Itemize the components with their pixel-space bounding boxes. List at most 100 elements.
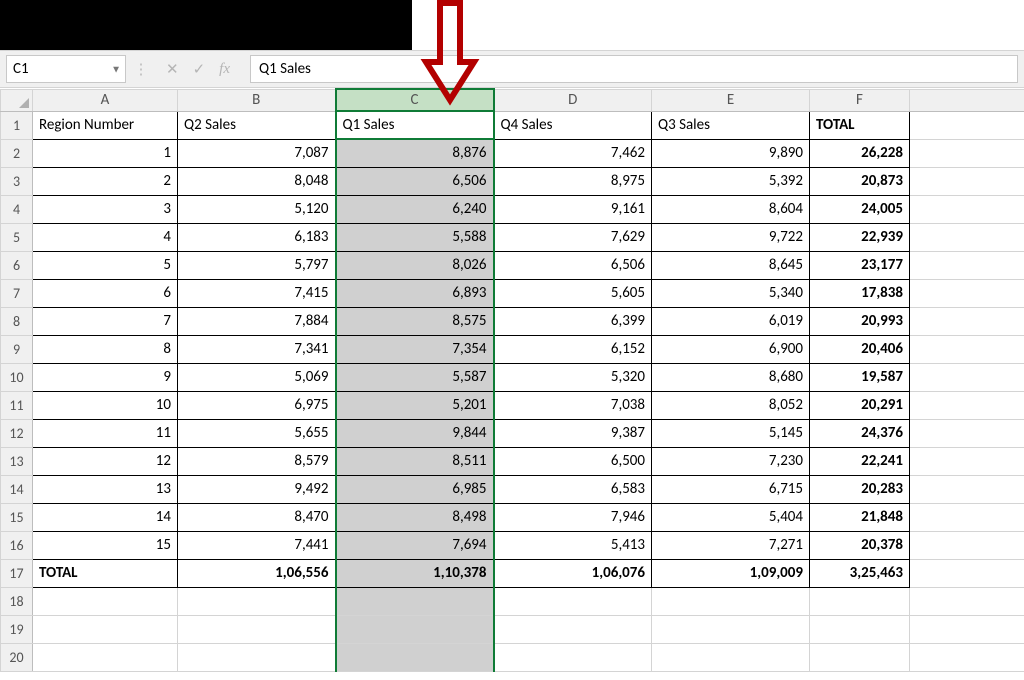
- cell[interactable]: [910, 559, 1024, 587]
- cell[interactable]: 6,399: [494, 307, 652, 335]
- cell[interactable]: [178, 587, 336, 615]
- cell[interactable]: 5,201: [336, 391, 494, 419]
- cell[interactable]: 3,25,463: [810, 559, 910, 587]
- cell[interactable]: 7,946: [494, 503, 652, 531]
- name-box[interactable]: C1 ▼: [6, 55, 126, 83]
- row-header[interactable]: 14: [1, 475, 33, 503]
- row-header[interactable]: 19: [1, 615, 33, 643]
- cell[interactable]: Q1 Sales: [336, 111, 494, 139]
- cell[interactable]: 8,645: [652, 251, 810, 279]
- cell[interactable]: 6,240: [336, 195, 494, 223]
- cell[interactable]: 20,993: [810, 307, 910, 335]
- cell[interactable]: 8,975: [494, 167, 652, 195]
- cell[interactable]: 8,579: [178, 447, 336, 475]
- cell[interactable]: [910, 587, 1024, 615]
- cell[interactable]: 7,694: [336, 531, 494, 559]
- cell[interactable]: 6,152: [494, 335, 652, 363]
- cell[interactable]: 8,876: [336, 139, 494, 167]
- cell[interactable]: 9,890: [652, 139, 810, 167]
- cell[interactable]: 7,462: [494, 139, 652, 167]
- col-header-B[interactable]: B: [178, 89, 336, 111]
- row-header[interactable]: 17: [1, 559, 33, 587]
- cell[interactable]: 5,797: [178, 251, 336, 279]
- col-header-C[interactable]: C: [336, 89, 494, 111]
- row-header[interactable]: 5: [1, 223, 33, 251]
- cell[interactable]: 7,038: [494, 391, 652, 419]
- cell[interactable]: 7,441: [178, 531, 336, 559]
- cell[interactable]: 6,985: [336, 475, 494, 503]
- cell[interactable]: 8,680: [652, 363, 810, 391]
- cell[interactable]: 17,838: [810, 279, 910, 307]
- cell[interactable]: 8,052: [652, 391, 810, 419]
- cell[interactable]: 7,271: [652, 531, 810, 559]
- cell[interactable]: [910, 195, 1024, 223]
- cell[interactable]: 1,10,378: [336, 559, 494, 587]
- cell[interactable]: 5,413: [494, 531, 652, 559]
- row-header[interactable]: 3: [1, 167, 33, 195]
- row-header[interactable]: 6: [1, 251, 33, 279]
- cell[interactable]: 1,06,556: [178, 559, 336, 587]
- row-header[interactable]: 8: [1, 307, 33, 335]
- cell[interactable]: 9,387: [494, 419, 652, 447]
- cell[interactable]: 6,506: [336, 167, 494, 195]
- cell[interactable]: [33, 587, 178, 615]
- cell[interactable]: 6,500: [494, 447, 652, 475]
- select-all-corner[interactable]: [1, 89, 33, 111]
- cell[interactable]: 5,392: [652, 167, 810, 195]
- cell[interactable]: TOTAL: [810, 111, 910, 139]
- cell[interactable]: 6,900: [652, 335, 810, 363]
- cell[interactable]: 5,145: [652, 419, 810, 447]
- cancel-icon[interactable]: ✕: [166, 60, 179, 79]
- cell[interactable]: 26,228: [810, 139, 910, 167]
- cell[interactable]: Q3 Sales: [652, 111, 810, 139]
- cell[interactable]: 7,087: [178, 139, 336, 167]
- cell[interactable]: Q4 Sales: [494, 111, 652, 139]
- cell[interactable]: 23,177: [810, 251, 910, 279]
- cell[interactable]: 11: [33, 419, 178, 447]
- cell[interactable]: 9,161: [494, 195, 652, 223]
- formula-input[interactable]: Q1 Sales: [250, 55, 1018, 83]
- cell[interactable]: 5,605: [494, 279, 652, 307]
- cell[interactable]: 22,939: [810, 223, 910, 251]
- cell[interactable]: [810, 643, 910, 671]
- cell[interactable]: [810, 615, 910, 643]
- cell[interactable]: 6,893: [336, 279, 494, 307]
- cell[interactable]: 6,975: [178, 391, 336, 419]
- cell[interactable]: 5,587: [336, 363, 494, 391]
- cell[interactable]: 12: [33, 447, 178, 475]
- cell[interactable]: [336, 643, 494, 671]
- cell[interactable]: [910, 615, 1024, 643]
- cell[interactable]: 24,376: [810, 419, 910, 447]
- row-header[interactable]: 10: [1, 363, 33, 391]
- cell[interactable]: [652, 643, 810, 671]
- cell[interactable]: [910, 363, 1024, 391]
- cell[interactable]: [494, 615, 652, 643]
- row-header[interactable]: 18: [1, 587, 33, 615]
- cell[interactable]: [910, 167, 1024, 195]
- cell[interactable]: 13: [33, 475, 178, 503]
- chevron-down-icon[interactable]: ▼: [111, 63, 121, 76]
- cell[interactable]: 7,884: [178, 307, 336, 335]
- cell[interactable]: 7,629: [494, 223, 652, 251]
- cell[interactable]: 6: [33, 279, 178, 307]
- cell[interactable]: 5,120: [178, 195, 336, 223]
- cell[interactable]: 20,283: [810, 475, 910, 503]
- cell[interactable]: 9: [33, 363, 178, 391]
- cell[interactable]: 7,415: [178, 279, 336, 307]
- cell[interactable]: [494, 643, 652, 671]
- cell[interactable]: [910, 391, 1024, 419]
- cell[interactable]: [910, 223, 1024, 251]
- col-header-D[interactable]: D: [494, 89, 652, 111]
- row-header[interactable]: 7: [1, 279, 33, 307]
- cell[interactable]: 4: [33, 223, 178, 251]
- cell[interactable]: 1,06,076: [494, 559, 652, 587]
- row-header[interactable]: 20: [1, 643, 33, 671]
- cell[interactable]: 21,848: [810, 503, 910, 531]
- cell[interactable]: 1: [33, 139, 178, 167]
- cell[interactable]: 9,844: [336, 419, 494, 447]
- col-header-G[interactable]: [910, 89, 1024, 111]
- row-header[interactable]: 11: [1, 391, 33, 419]
- cell[interactable]: 9,492: [178, 475, 336, 503]
- cell[interactable]: 7,341: [178, 335, 336, 363]
- cell[interactable]: 20,873: [810, 167, 910, 195]
